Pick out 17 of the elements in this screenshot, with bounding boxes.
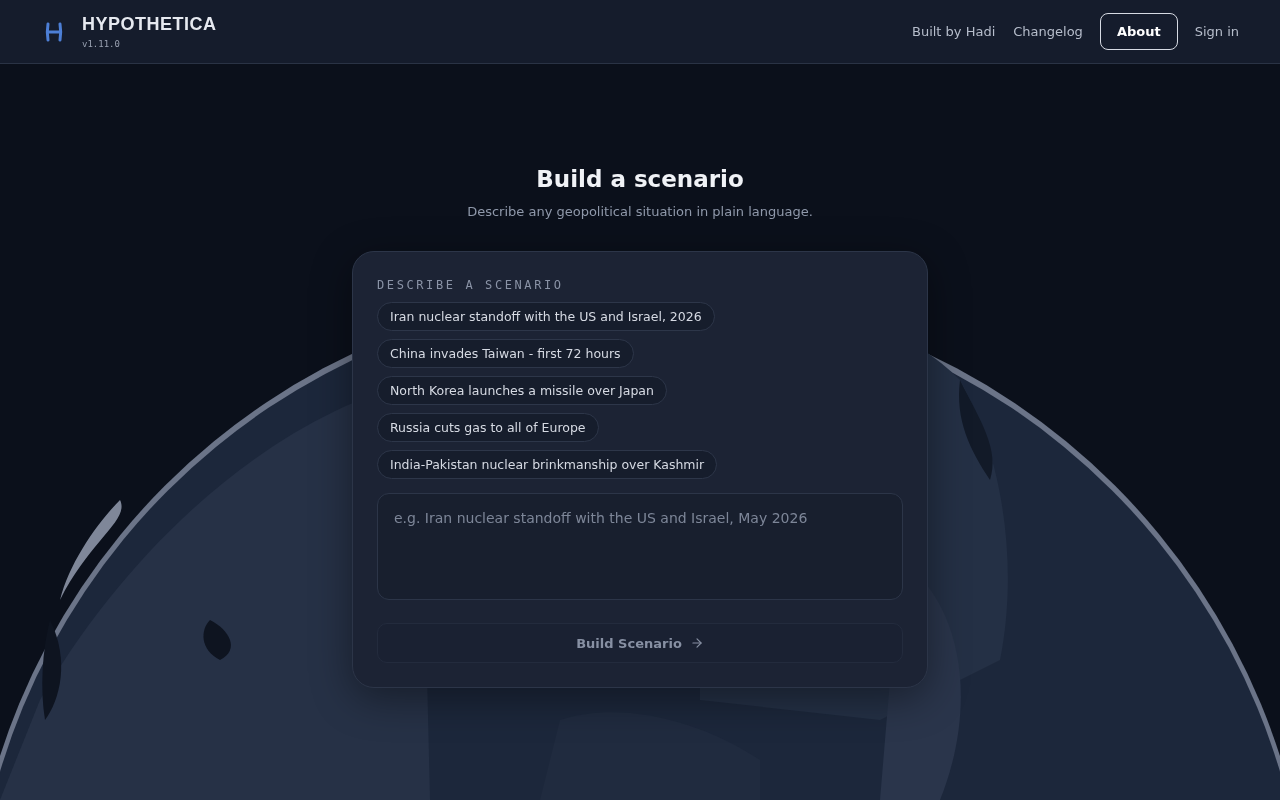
nav-link[interactable]: Sign in <box>1193 13 1240 50</box>
page-subtitle: Describe any geopolitical situation in plain language. <box>467 204 813 219</box>
logo-icon <box>44 21 64 42</box>
arrow-right-icon <box>689 636 704 650</box>
suggestion-chip[interactable]: India-Pakistan nuclear brinkmanship over Kashmir <box>377 450 718 479</box>
nav-link[interactable]: Changelog <box>1012 13 1084 50</box>
card-heading: DESCRIBE A SCENARIO <box>377 278 564 292</box>
nav-link[interactable]: Built by Hadi <box>911 13 997 50</box>
version-label: v1.11.0 <box>82 39 121 49</box>
nav-link[interactable]: About <box>1099 13 1178 50</box>
brand-name: HYPOTHETICA <box>82 14 217 35</box>
page-title: Build a scenario <box>536 166 744 192</box>
scenario-input[interactable]: e.g. Iran nuclear standoff with the US and Israel, May 2026 <box>377 493 903 600</box>
suggestion-chip[interactable]: China invades Taiwan - first 72 hours <box>377 339 634 368</box>
suggestion-chip[interactable]: North Korea launches a missile over Japan <box>377 376 667 405</box>
suggestion-chip[interactable]: Iran nuclear standoff with the US and Israel, 2026 <box>377 302 715 331</box>
suggestion-chip[interactable]: Russia cuts gas to all of Europe <box>377 413 599 442</box>
